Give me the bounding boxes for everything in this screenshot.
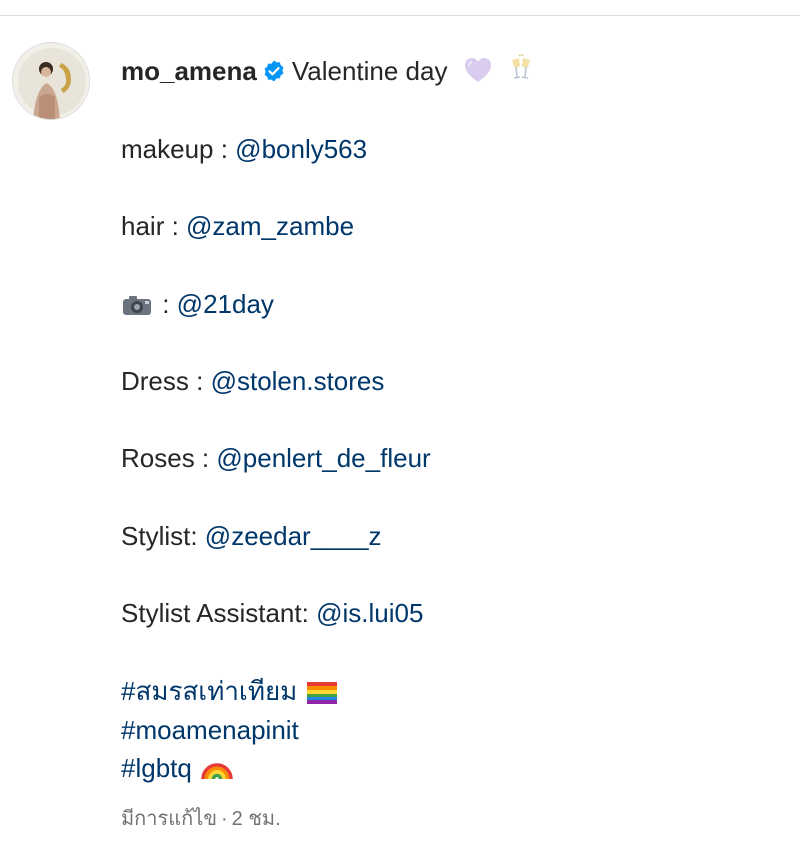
hashtag-link[interactable]: #moamenapinit	[121, 715, 299, 745]
credit-label: Stylist:	[121, 521, 205, 551]
rainbow-emoji	[201, 763, 233, 780]
hashtag-line: #moamenapinit	[121, 711, 299, 749]
purple-heart-emoji	[464, 58, 491, 82]
top-divider	[0, 15, 800, 16]
avatar-photo	[13, 43, 89, 119]
post-title-text: Valentine day	[291, 56, 448, 86]
mention-link[interactable]: @is.lui05	[316, 598, 423, 628]
credit-line-hair: hair : @zam_zambe	[121, 207, 354, 245]
credit-label: Stylist Assistant:	[121, 598, 317, 628]
mention-link[interactable]: @zam_zambe	[186, 211, 354, 241]
mention-link[interactable]: @bonly563	[235, 134, 367, 164]
credit-label: makeup :	[121, 134, 236, 164]
verified-badge-icon	[264, 60, 284, 82]
mention-link[interactable]: @zeedar____z	[205, 521, 382, 551]
mention-link[interactable]: @21day	[177, 289, 274, 319]
mention-link[interactable]: @penlert_de_fleur	[216, 443, 430, 473]
camera-emoji	[123, 296, 151, 315]
mention-link[interactable]: @stolen.stores	[211, 366, 385, 396]
hashtag-line: #lgbtq	[121, 749, 233, 787]
post-meta: มีการแก้ไข · 2 ชม.	[121, 802, 281, 834]
credit-line-stylist-assistant: Stylist Assistant: @is.lui05	[121, 594, 423, 632]
hashtag-link[interactable]: #lgbtq	[121, 753, 192, 783]
clinking-glasses-emoji	[511, 54, 530, 79]
hashtag-link[interactable]: #สมรสเท่าเทียม	[121, 676, 297, 706]
caption-header: mo_amena Valentine day	[121, 52, 536, 90]
avatar[interactable]	[12, 42, 90, 120]
edited-label: มีการแก้ไข	[121, 808, 217, 830]
rainbow-flag-emoji	[306, 682, 337, 704]
credit-label: hair :	[121, 211, 187, 241]
credit-line-dress: Dress : @stolen.stores	[121, 362, 384, 400]
username-link[interactable]: mo_amena	[121, 56, 257, 86]
credit-label: Roses :	[121, 443, 217, 473]
credit-line-stylist: Stylist: @zeedar____z	[121, 517, 382, 555]
credit-line-makeup: makeup : @bonly563	[121, 130, 367, 168]
hashtag-line: #สมรสเท่าเทียม	[121, 672, 337, 710]
credit-line-roses: Roses : @penlert_de_fleur	[121, 439, 431, 477]
meta-separator: ·	[221, 808, 228, 830]
credit-label: :	[155, 289, 177, 319]
credit-line-photographer: : @21day	[121, 285, 274, 323]
timestamp[interactable]: 2 ชม.	[232, 808, 281, 830]
credit-label: Dress :	[121, 366, 211, 396]
